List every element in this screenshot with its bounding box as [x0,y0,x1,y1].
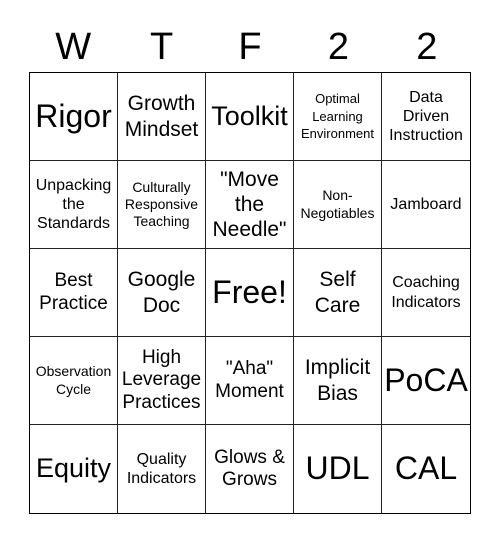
bingo-cell[interactable]: Non-Negotiables [294,161,382,249]
header-letter-2b: 2 [416,26,438,68]
bingo-cell[interactable]: UDL [294,425,382,513]
bingo-cell[interactable]: High Leverage Practices [118,337,206,425]
bingo-cell[interactable]: Best Practice [30,249,118,337]
bingo-cell[interactable]: Coaching Indicators [382,249,470,337]
bingo-cell[interactable]: PoCA [382,337,470,425]
bingo-cell[interactable]: "Move the Needle" [206,161,294,249]
bingo-cell[interactable]: Equity [30,425,118,513]
bingo-cell[interactable]: CAL [382,425,470,513]
bingo-cell[interactable]: "Aha" Moment [206,337,294,425]
bingo-header: W T F 2 2 [29,22,471,72]
free-space-cell[interactable]: Free! [206,249,294,337]
bingo-cell[interactable]: Self Care [294,249,382,337]
bingo-cell[interactable]: Culturally Responsive Teaching [118,161,206,249]
header-letter-f: F [238,26,262,68]
bingo-cell[interactable]: Google Doc [118,249,206,337]
bingo-cell[interactable]: Unpacking the Standards [30,161,118,249]
header-letter-w: W [55,26,92,68]
bingo-cell[interactable]: Glows & Grows [206,425,294,513]
bingo-cell[interactable]: Implicit Bias [294,337,382,425]
bingo-cell[interactable]: Growth Mindset [118,73,206,161]
bingo-cell[interactable]: Data Driven Instruction [382,73,470,161]
bingo-board: Rigor Growth Mindset Toolkit Optimal Lea… [29,72,471,514]
header-letter-2a: 2 [327,26,349,68]
bingo-cell[interactable]: Quality Indicators [118,425,206,513]
bingo-cell[interactable]: Jamboard [382,161,470,249]
bingo-cell[interactable]: Observation Cycle [30,337,118,425]
header-letter-t: T [149,26,174,68]
bingo-cell[interactable]: Optimal Learning Environment [294,73,382,161]
bingo-cell[interactable]: Toolkit [206,73,294,161]
bingo-cell[interactable]: Rigor [30,73,118,161]
